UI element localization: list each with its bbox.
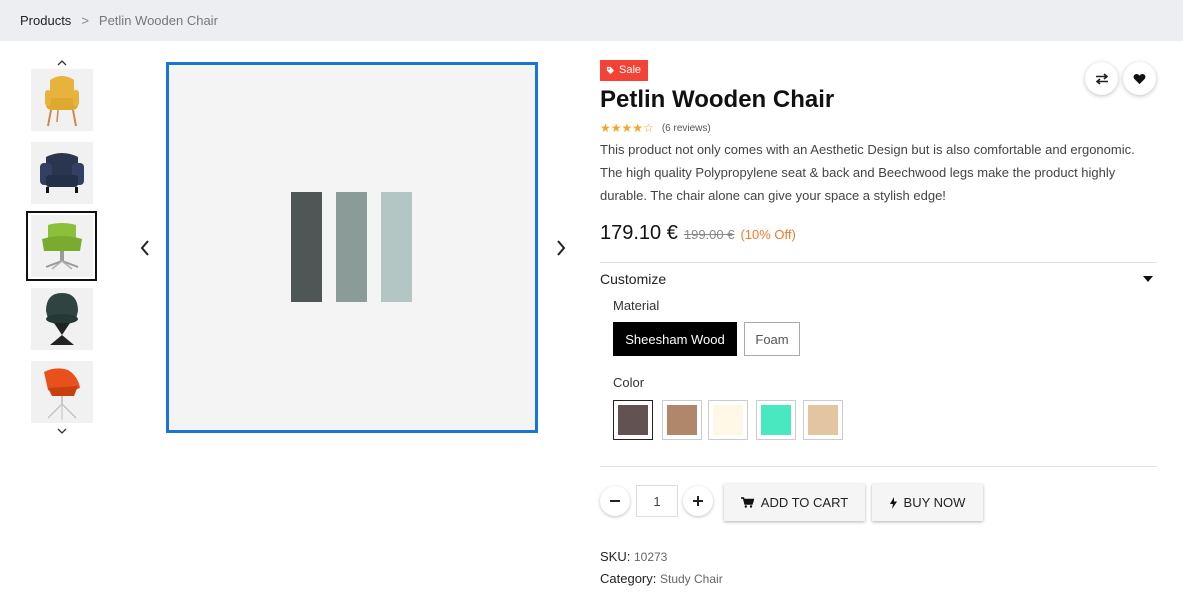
thumbnail-orange-shell-chair[interactable] bbox=[31, 361, 93, 423]
product-rating: ★★★★☆ (6 reviews) bbox=[600, 121, 711, 135]
discount-label: (10% Off) bbox=[740, 227, 796, 242]
thumbnail-green-swivel-chair[interactable] bbox=[26, 211, 97, 281]
star-icon: ★ bbox=[621, 121, 633, 135]
star-icon: ★ bbox=[600, 121, 611, 135]
main-product-image[interactable] bbox=[166, 62, 538, 433]
sale-badge-label: Sale bbox=[619, 64, 642, 76]
dark-green-chair-image bbox=[46, 293, 78, 345]
material-option-sheesham-wood[interactable]: Sheesham Wood bbox=[613, 322, 737, 356]
thumbnail-yellow-armchair[interactable] bbox=[31, 69, 93, 131]
category-label: Category: bbox=[600, 571, 657, 586]
tag-icon bbox=[606, 66, 615, 75]
star-icon: ★ bbox=[632, 121, 644, 135]
caret-down-icon bbox=[1143, 274, 1153, 285]
product-title: Petlin Wooden Chair bbox=[600, 86, 835, 113]
divider bbox=[600, 262, 1157, 263]
reviews-link[interactable]: (6 reviews) bbox=[662, 123, 711, 134]
quantity-decrease-button[interactable] bbox=[600, 486, 630, 516]
color-label: Color bbox=[613, 375, 645, 390]
star-icon: ☆ bbox=[643, 121, 654, 135]
breadcrumb: Products > Petlin Wooden Chair bbox=[0, 0, 1183, 41]
chevron-right-icon[interactable] bbox=[551, 236, 571, 260]
heart-icon bbox=[1133, 73, 1146, 84]
breadcrumb-products-link[interactable]: Products bbox=[20, 13, 71, 28]
chevron-up-icon[interactable] bbox=[26, 55, 98, 69]
sku-label: SKU: bbox=[600, 549, 631, 564]
color-swatch-fill bbox=[808, 405, 838, 435]
plus-icon bbox=[693, 496, 703, 506]
buy-now-button[interactable]: BUY NOW bbox=[872, 484, 983, 521]
minus-icon bbox=[610, 500, 620, 502]
quantity-row: ADD TO CART BUY NOW bbox=[600, 484, 1157, 521]
thumbnail-strip bbox=[26, 55, 98, 434]
star-icon: ★ bbox=[610, 121, 622, 135]
thumbnail-navy-wingchair[interactable] bbox=[31, 142, 93, 204]
color-swatch-fill bbox=[713, 405, 743, 435]
product-description: This product not only comes with an Aest… bbox=[600, 142, 1135, 203]
orange-shell-chair-image bbox=[44, 368, 80, 420]
palette-bar bbox=[336, 192, 367, 302]
color-swatch-fill bbox=[618, 405, 648, 435]
navy-wingchair-image bbox=[40, 153, 84, 193]
current-price: 179.10 € bbox=[600, 222, 678, 244]
old-price: 199.00 € bbox=[683, 227, 735, 242]
thumbnail-inner bbox=[30, 215, 93, 277]
palette-bar bbox=[291, 192, 322, 302]
buy-now-label: BUY NOW bbox=[903, 495, 966, 510]
cart-icon bbox=[740, 497, 754, 508]
material-option-foam[interactable]: Foam bbox=[744, 322, 800, 356]
material-label: Material bbox=[613, 298, 660, 313]
bolt-icon bbox=[889, 496, 897, 509]
quantity-input[interactable] bbox=[636, 485, 678, 517]
color-swatch[interactable] bbox=[756, 400, 796, 440]
breadcrumb-current: Petlin Wooden Chair bbox=[98, 13, 218, 28]
compare-button[interactable] bbox=[1085, 62, 1118, 95]
category-row: Category: Study Chair bbox=[600, 571, 723, 586]
palette-bar bbox=[381, 192, 412, 302]
wishlist-button[interactable] bbox=[1123, 62, 1156, 95]
quantity-increase-button[interactable] bbox=[683, 486, 713, 516]
breadcrumb-separator: > bbox=[81, 13, 89, 28]
color-swatch-fill bbox=[761, 405, 791, 435]
color-swatch[interactable] bbox=[708, 400, 748, 440]
yellow-armchair-image bbox=[45, 76, 79, 127]
add-to-cart-label: ADD TO CART bbox=[760, 495, 849, 510]
customize-title: Customize bbox=[600, 271, 667, 287]
price-row: 179.10 € 199.00 € (10% Off) bbox=[600, 222, 796, 245]
customize-toggle[interactable]: Customize bbox=[600, 271, 1157, 287]
color-swatch-fill bbox=[667, 405, 697, 435]
sale-badge: Sale bbox=[600, 60, 649, 81]
star-rating: ★★★★☆ bbox=[600, 121, 654, 135]
thumbnail-dark-green-chair[interactable] bbox=[31, 288, 93, 350]
sku-row: SKU: 10273 bbox=[600, 549, 667, 564]
divider bbox=[600, 466, 1157, 467]
add-to-cart-button[interactable]: ADD TO CART bbox=[724, 484, 865, 521]
color-swatch[interactable] bbox=[803, 400, 843, 440]
compare-icon bbox=[1095, 72, 1108, 85]
category-value[interactable]: Study Chair bbox=[660, 572, 723, 586]
chevron-down-icon[interactable] bbox=[26, 423, 98, 437]
color-swatch[interactable] bbox=[613, 400, 653, 440]
chevron-left-icon[interactable] bbox=[135, 236, 155, 260]
green-swivel-chair-image bbox=[41, 223, 82, 270]
color-swatch[interactable] bbox=[662, 400, 702, 440]
sku-value: 10273 bbox=[633, 550, 668, 564]
